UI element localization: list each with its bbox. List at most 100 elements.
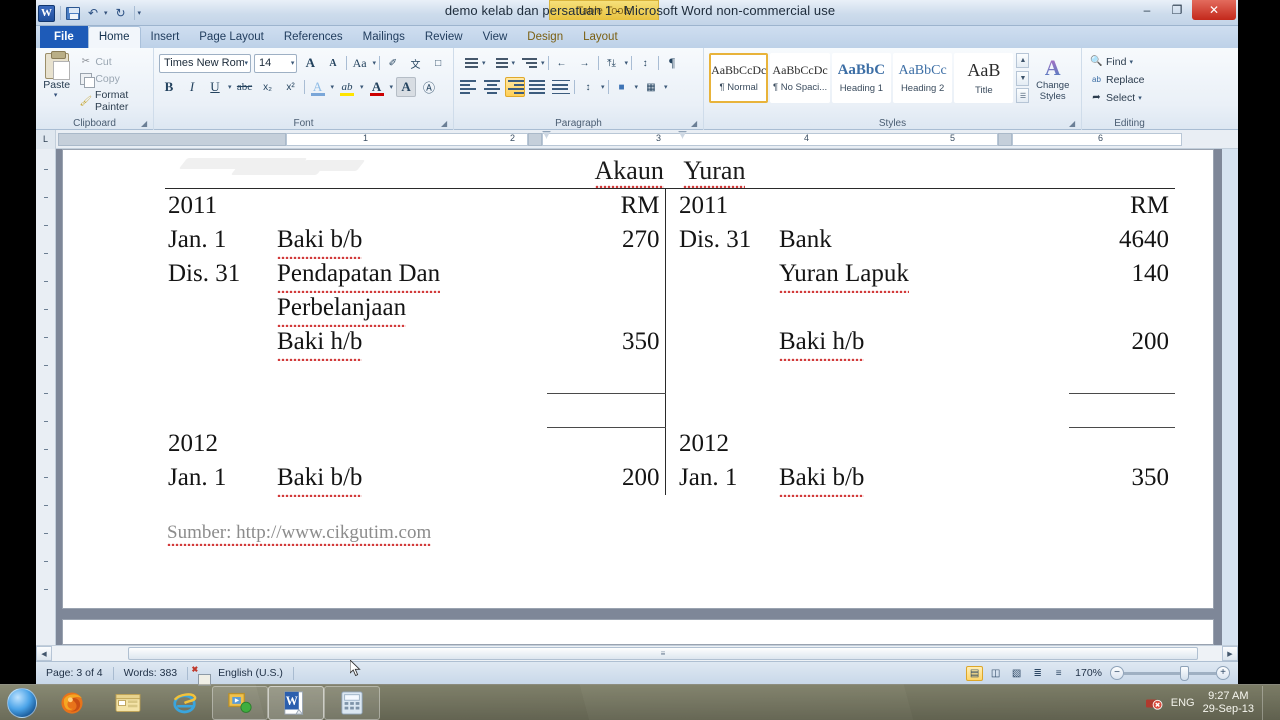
sort-icon[interactable]: ⤒⤓ — [602, 53, 622, 73]
line-spacing-arrow[interactable]: ▾ — [601, 83, 605, 91]
bold-icon[interactable]: B — [159, 77, 179, 97]
taskbar-item-microsoft-word[interactable]: W — [268, 685, 324, 720]
view-draft-button[interactable]: ≡ — [1050, 666, 1067, 681]
change-case-arrow[interactable]: ▾ — [372, 59, 376, 67]
font-color-arrow[interactable]: ▾ — [390, 83, 394, 91]
align-left-icon[interactable] — [459, 77, 479, 97]
sort-az-icon[interactable]: ↕ — [635, 53, 655, 73]
font-size-combo[interactable]: 14 ▾ — [254, 53, 298, 73]
font-color-icon[interactable]: A — [367, 77, 387, 97]
taskbar-item-internet-explorer[interactable] — [156, 686, 212, 720]
view-print-layout-button[interactable]: ▤ — [966, 665, 984, 681]
taskbar-item-file-explorer[interactable] — [100, 686, 156, 720]
bullets-icon[interactable] — [459, 53, 479, 73]
font-size-arrow[interactable]: ▾ — [291, 59, 295, 67]
align-center-icon[interactable] — [482, 77, 502, 97]
ribbon-tab-strip[interactable]: File Home Insert Page Layout References … — [36, 26, 1238, 48]
scroll-left-button[interactable]: ◀ — [36, 646, 52, 661]
language-indicator[interactable]: English (U.S.) — [208, 667, 293, 679]
tab-page-layout[interactable]: Page Layout — [189, 27, 274, 48]
document-canvas[interactable]: Akaun Yuran 2011 RM 2011 RM Jan. 1 Baki … — [56, 149, 1222, 645]
taskbar-item-screen-recorder[interactable] — [212, 685, 268, 720]
minimize-button[interactable]: – — [1132, 0, 1162, 20]
taskbar-item-firefox[interactable] — [44, 686, 100, 720]
zoom-track[interactable] — [1124, 665, 1216, 681]
clear-formatting-icon[interactable]: ✐ — [383, 53, 403, 73]
close-button[interactable]: ✕ — [1192, 0, 1236, 20]
view-full-screen-reading-button[interactable]: ◫ — [987, 666, 1004, 681]
scroll-right-button[interactable]: ▶ — [1222, 646, 1238, 661]
borders-icon[interactable]: ▦ — [641, 77, 661, 97]
tray-language-indicator[interactable]: ENG — [1171, 697, 1195, 709]
character-border-icon[interactable]: □ — [428, 53, 448, 73]
tab-view[interactable]: View — [473, 27, 518, 48]
styles-gallery-scroll[interactable]: ▲ ▼ ☰ — [1016, 53, 1030, 103]
underline-icon[interactable]: U — [205, 77, 225, 97]
align-justify-icon[interactable] — [528, 77, 548, 97]
ruler-cell-divider-1[interactable] — [528, 132, 542, 146]
numbering-icon[interactable] — [489, 53, 509, 73]
styles-dialog-launcher[interactable]: ◢ — [1069, 119, 1078, 128]
tray-alert-icon[interactable] — [1145, 695, 1163, 711]
restore-button[interactable]: ❐ — [1162, 0, 1192, 20]
shading-icon[interactable]: ■ — [612, 77, 632, 97]
word-count[interactable]: Words: 383 — [114, 667, 188, 679]
tab-references[interactable]: References — [274, 27, 353, 48]
horizontal-ruler[interactable]: L 1 2 3 4 5 6 — [36, 129, 1238, 149]
view-outline-button[interactable]: ≣ — [1029, 666, 1046, 681]
copy-button[interactable]: Copy — [76, 71, 148, 88]
select-arrow[interactable]: ▾ — [1138, 94, 1142, 102]
zoom-out-button[interactable]: − — [1110, 666, 1124, 680]
ruler-cell-divider-2[interactable] — [998, 132, 1012, 146]
style-normal[interactable]: AaBbCcDc ¶ Normal — [709, 53, 769, 103]
paste-button[interactable]: Paste ▾ — [41, 51, 72, 114]
tab-stop-selector[interactable]: L — [36, 129, 56, 149]
line-spacing-icon[interactable]: ↕ — [578, 77, 598, 97]
cut-button[interactable]: ✂ Cut — [76, 54, 148, 69]
tab-file[interactable]: File — [40, 26, 88, 48]
tab-home[interactable]: Home — [87, 26, 141, 48]
page-indicator[interactable]: Page: 3 of 4 — [36, 667, 113, 679]
decrease-indent-icon[interactable]: ← — [552, 53, 572, 73]
increase-indent-icon[interactable]: → — [575, 53, 595, 73]
paste-dropdown-arrow[interactable]: ▾ — [54, 91, 58, 99]
ruler-track[interactable]: 1 2 3 4 5 6 — [58, 130, 1236, 147]
underline-arrow[interactable]: ▾ — [228, 83, 232, 91]
document-page-next[interactable] — [62, 619, 1214, 645]
multilevel-arrow[interactable]: ▾ — [541, 59, 545, 67]
style-heading-2[interactable]: AaBbCc Heading 2 — [892, 53, 953, 103]
font-name-combo[interactable]: Times New Roma ▾ — [159, 53, 251, 73]
zoom-level-label[interactable]: 170% — [1071, 667, 1106, 679]
borders-arrow[interactable]: ▾ — [664, 83, 668, 91]
strikethrough-icon[interactable]: abc — [235, 77, 255, 97]
start-button[interactable] — [0, 686, 44, 720]
zoom-slider-handle[interactable] — [1180, 665, 1189, 681]
shrink-font-icon[interactable]: A — [323, 53, 343, 73]
multilevel-list-icon[interactable] — [518, 53, 538, 73]
tab-design[interactable]: Design — [517, 27, 573, 48]
text-effects-arrow[interactable]: ▾ — [331, 83, 335, 91]
show-desktop-button[interactable] — [1262, 685, 1272, 720]
zoom-in-button[interactable]: + — [1216, 666, 1230, 680]
style-no-spacing[interactable]: AaBbCcDc ¶ No Spaci... — [770, 53, 830, 103]
paragraph-dialog-launcher[interactable]: ◢ — [691, 119, 700, 128]
styles-more-icon[interactable]: ☰ — [1016, 88, 1030, 103]
shading-arrow[interactable]: ▾ — [635, 83, 639, 91]
format-painter-button[interactable]: 🖌 Format Painter — [76, 88, 148, 114]
change-case-icon[interactable]: Aa — [350, 53, 370, 73]
styles-scroll-up-icon[interactable]: ▲ — [1016, 53, 1030, 68]
highlight-icon[interactable]: ab — [337, 77, 357, 97]
style-title[interactable]: AaB Title — [954, 53, 1014, 103]
replace-button[interactable]: ab Replace — [1087, 72, 1172, 87]
show-formatting-marks-icon[interactable]: ¶ — [662, 53, 682, 73]
change-styles-button[interactable]: A Change Styles — [1029, 53, 1076, 103]
zoom-slider[interactable]: − + — [1110, 665, 1230, 681]
view-web-layout-button[interactable]: ▧ — [1008, 666, 1025, 681]
bullets-arrow[interactable]: ▾ — [482, 59, 486, 67]
superscript-icon[interactable]: x² — [281, 77, 301, 97]
shading-text-icon[interactable]: A — [396, 77, 417, 97]
sort-arrow[interactable]: ▾ — [625, 59, 629, 67]
tab-insert[interactable]: Insert — [141, 27, 190, 48]
window-controls[interactable]: – ❐ ✕ — [1132, 0, 1236, 22]
font-name-arrow[interactable]: ▾ — [244, 59, 248, 67]
